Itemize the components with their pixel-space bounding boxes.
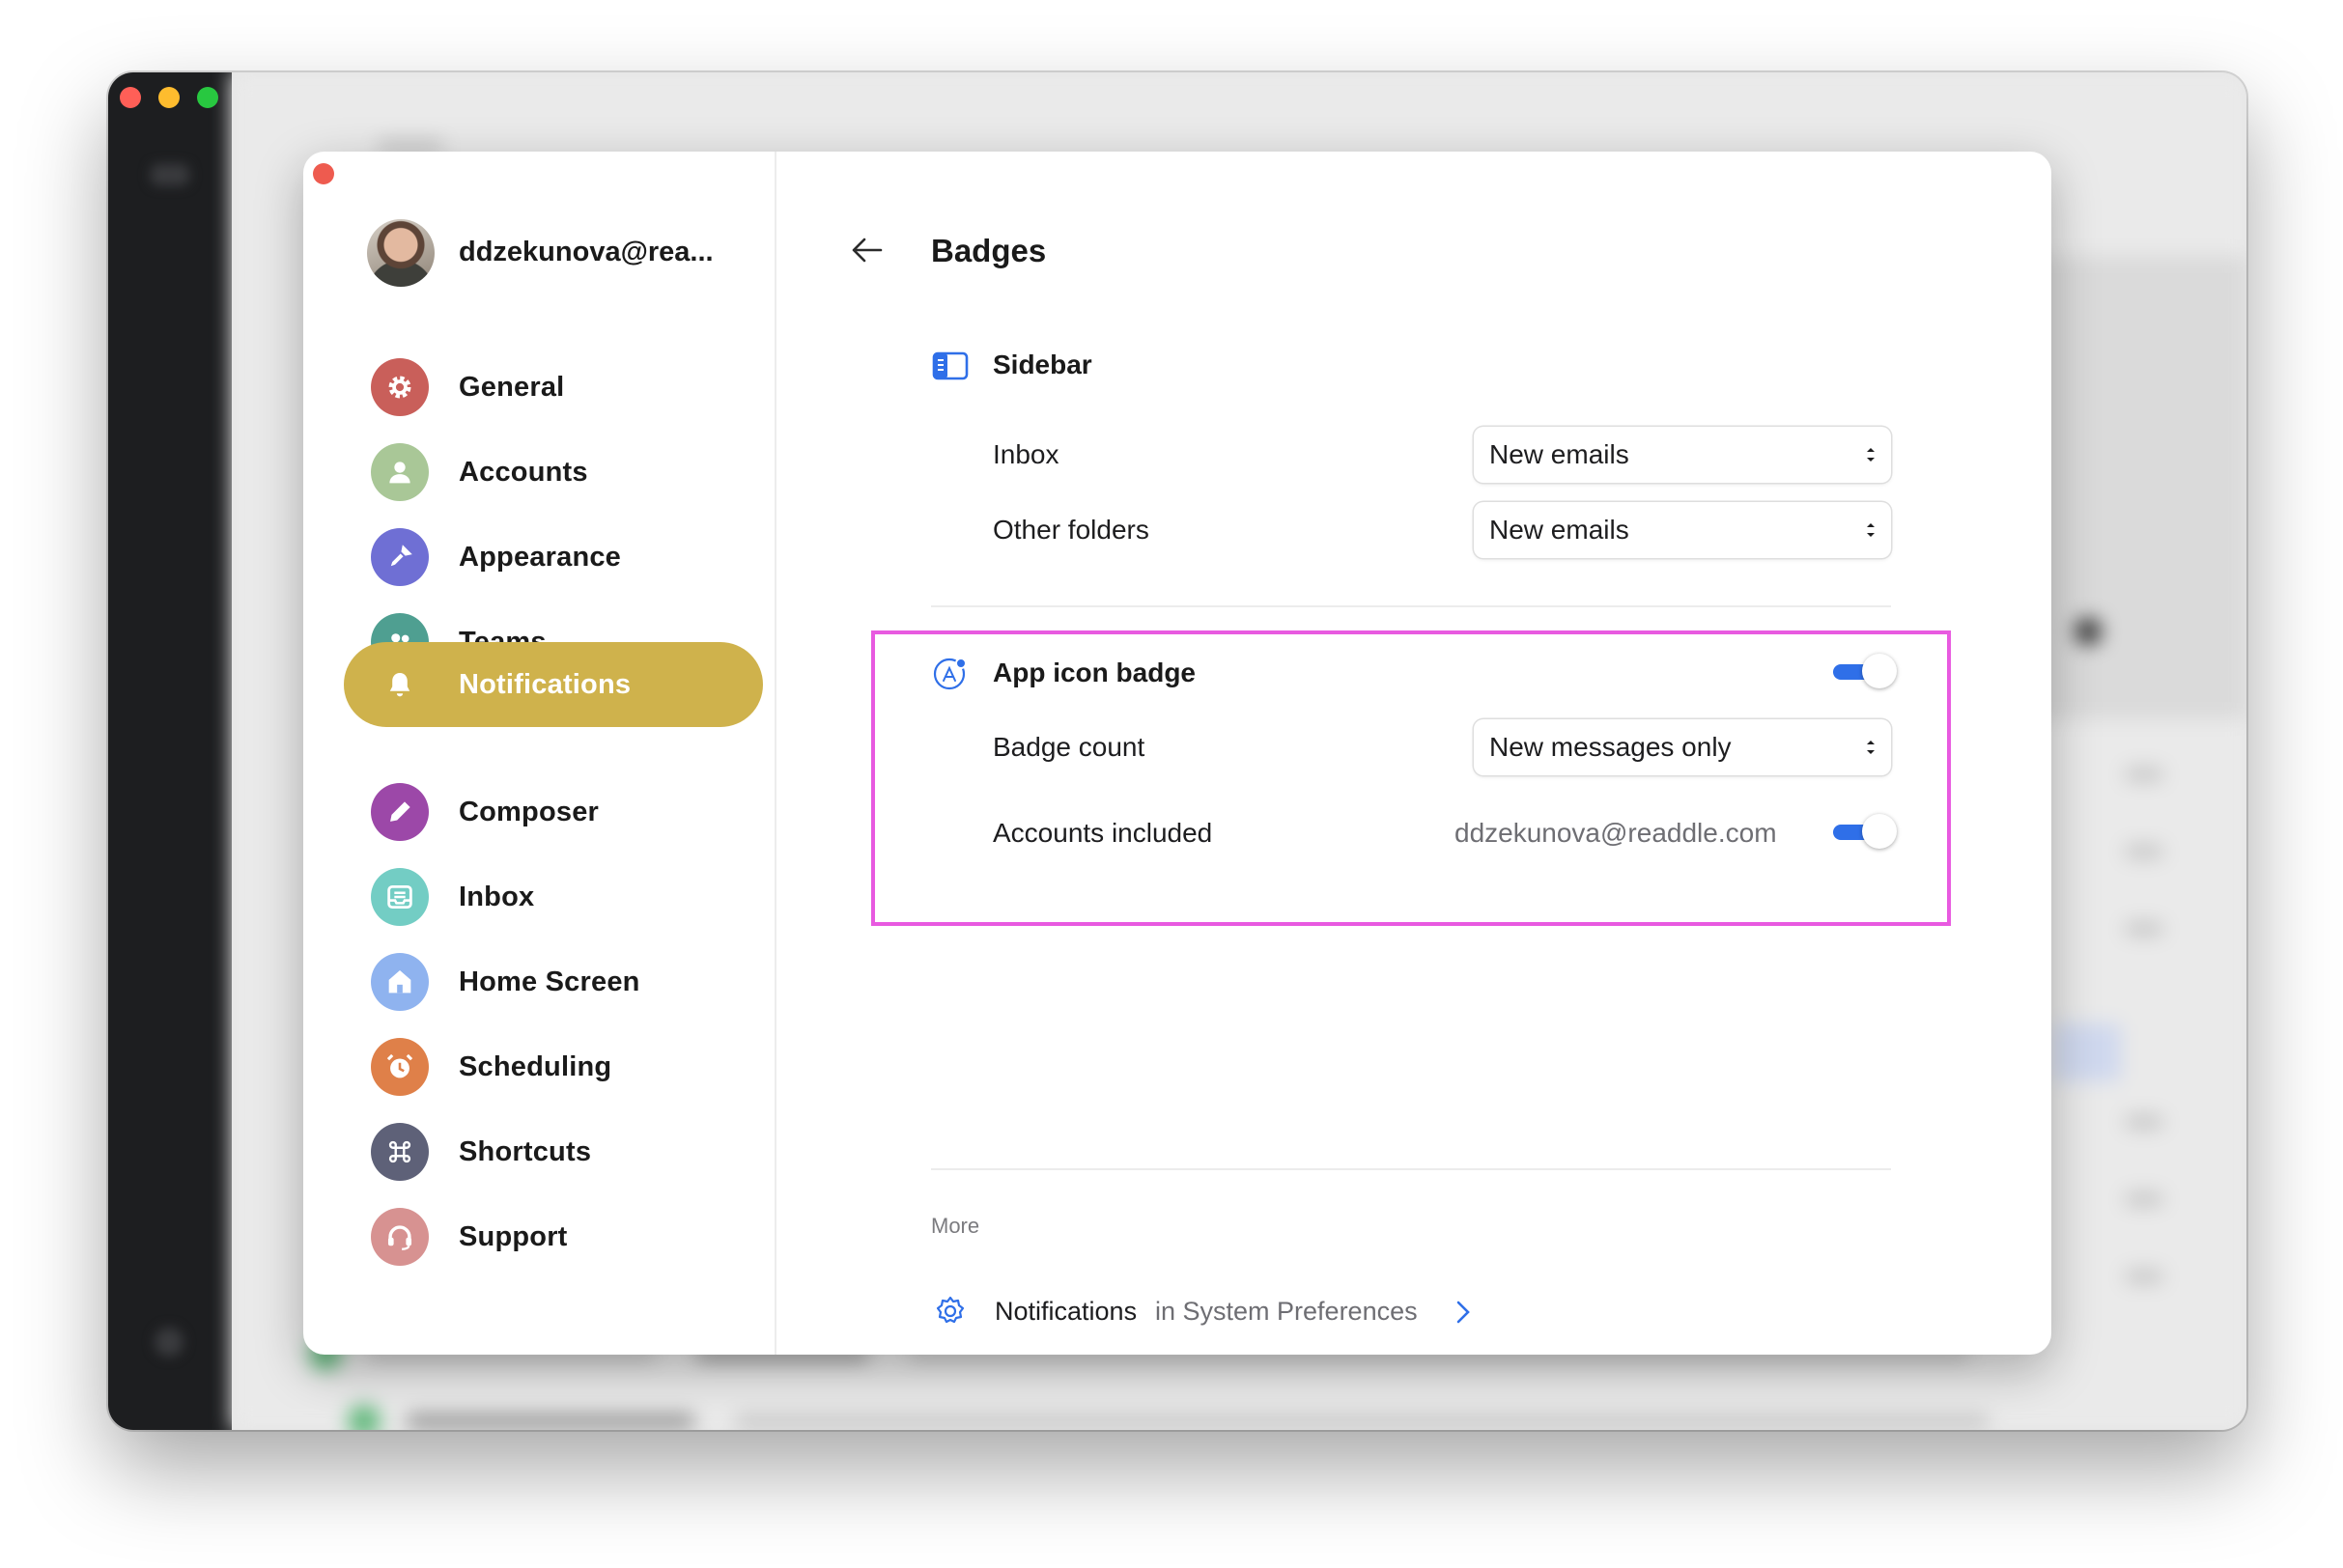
sidebar-item-label: Notifications — [459, 668, 632, 700]
row-label-inbox: Inbox — [993, 439, 1059, 469]
person-icon — [371, 443, 429, 501]
gear-icon — [371, 358, 429, 416]
select-value: New emails — [1489, 439, 1629, 469]
settings-dialog: ddzekunova@rea... General Accounts Appea… — [303, 152, 2051, 1355]
sidebar-item-appearance[interactable]: Appearance — [344, 515, 763, 600]
sidebar-item-label: Support — [459, 1220, 568, 1252]
gear-icon — [936, 1296, 965, 1324]
section-divider — [931, 605, 1891, 607]
chevron-right-icon — [1456, 1301, 1470, 1324]
sidebar-item-shortcuts[interactable]: Shortcuts — [344, 1109, 763, 1194]
select-value: New emails — [1489, 515, 1629, 545]
sidebar-item-label: Appearance — [459, 541, 622, 573]
settings-sidebar: ddzekunova@rea... General Accounts Appea… — [303, 152, 776, 1355]
brush-icon — [371, 528, 429, 586]
sidebar-item-label: Composer — [459, 796, 600, 827]
row-label-other-folders: Other folders — [993, 515, 1149, 545]
window-zoom-button[interactable] — [197, 87, 218, 108]
app-icon-badge-toggle[interactable] — [1829, 654, 1899, 688]
headset-icon — [371, 1208, 429, 1266]
sidebar-item-label: Home Screen — [459, 966, 640, 997]
sidebar-item-accounts[interactable]: Accounts — [344, 430, 763, 515]
account-included-toggle[interactable] — [1829, 814, 1899, 849]
sidebar-item-general[interactable]: General — [344, 345, 763, 430]
account-email-included: ddzekunova@readdle.com — [1454, 818, 1777, 848]
link-label: Notifications — [995, 1297, 1138, 1326]
window-traffic-lights — [120, 87, 218, 108]
link-hint: in System Preferences — [1155, 1297, 1418, 1326]
account-email[interactable]: ddzekunova@rea... — [459, 237, 714, 268]
sidebar-item-scheduling[interactable]: Scheduling — [344, 1024, 763, 1109]
settings-content: Badges Sidebar Inbox New emails Other fo… — [776, 152, 2051, 1355]
sidebar-item-label: Inbox — [459, 881, 535, 912]
chevron-up-down-icon — [1867, 741, 1875, 754]
page-title: Badges — [931, 233, 1047, 268]
dialog-close-button[interactable] — [313, 163, 334, 184]
alarm-clock-icon — [371, 1038, 429, 1096]
section-divider — [931, 1168, 1891, 1170]
sidebar-panel-icon — [931, 347, 970, 385]
badge-count-select[interactable]: New messages only — [1474, 719, 1891, 775]
avatar — [367, 219, 435, 287]
sidebar-item-label: Scheduling — [459, 1050, 612, 1082]
home-icon — [371, 953, 429, 1011]
row-label-badge-count: Badge count — [993, 732, 1145, 762]
inbox-badge-select[interactable]: New emails — [1474, 427, 1891, 483]
command-key-icon — [371, 1123, 429, 1181]
back-arrow-icon[interactable] — [846, 229, 889, 271]
inbox-icon — [371, 868, 429, 926]
bell-icon — [371, 656, 429, 714]
sidebar-item-support[interactable]: Support — [344, 1194, 763, 1279]
chevron-up-down-icon — [1867, 523, 1875, 537]
more-section-label: More — [931, 1214, 980, 1238]
window-minimize-button[interactable] — [158, 87, 180, 108]
other-folders-badge-select[interactable]: New emails — [1474, 502, 1891, 558]
sidebar-item-home-screen[interactable]: Home Screen — [344, 939, 763, 1024]
sidebar-item-notifications[interactable]: Notifications — [344, 642, 763, 727]
sidebar-item-inbox[interactable]: Inbox — [344, 854, 763, 939]
window-close-button[interactable] — [120, 87, 141, 108]
chevron-up-down-icon — [1867, 448, 1875, 462]
background-app-sidebar — [108, 72, 232, 1430]
system-preferences-notifications-link[interactable]: Notifications in System Preferences — [931, 1291, 1472, 1335]
sidebar-item-label: General — [459, 371, 565, 403]
sidebar-item-label: Shortcuts — [459, 1135, 592, 1167]
sidebar-item-label: Accounts — [459, 456, 588, 488]
sidebar-item-composer[interactable]: Composer — [344, 770, 763, 854]
row-label-accounts-included: Accounts included — [993, 818, 1213, 848]
pencil-icon — [371, 783, 429, 841]
select-value: New messages only — [1489, 732, 1732, 762]
section-title-sidebar: Sidebar — [993, 350, 1092, 379]
app-store-badge-icon — [931, 654, 970, 692]
section-title-app-icon-badge: App icon badge — [993, 658, 1196, 687]
